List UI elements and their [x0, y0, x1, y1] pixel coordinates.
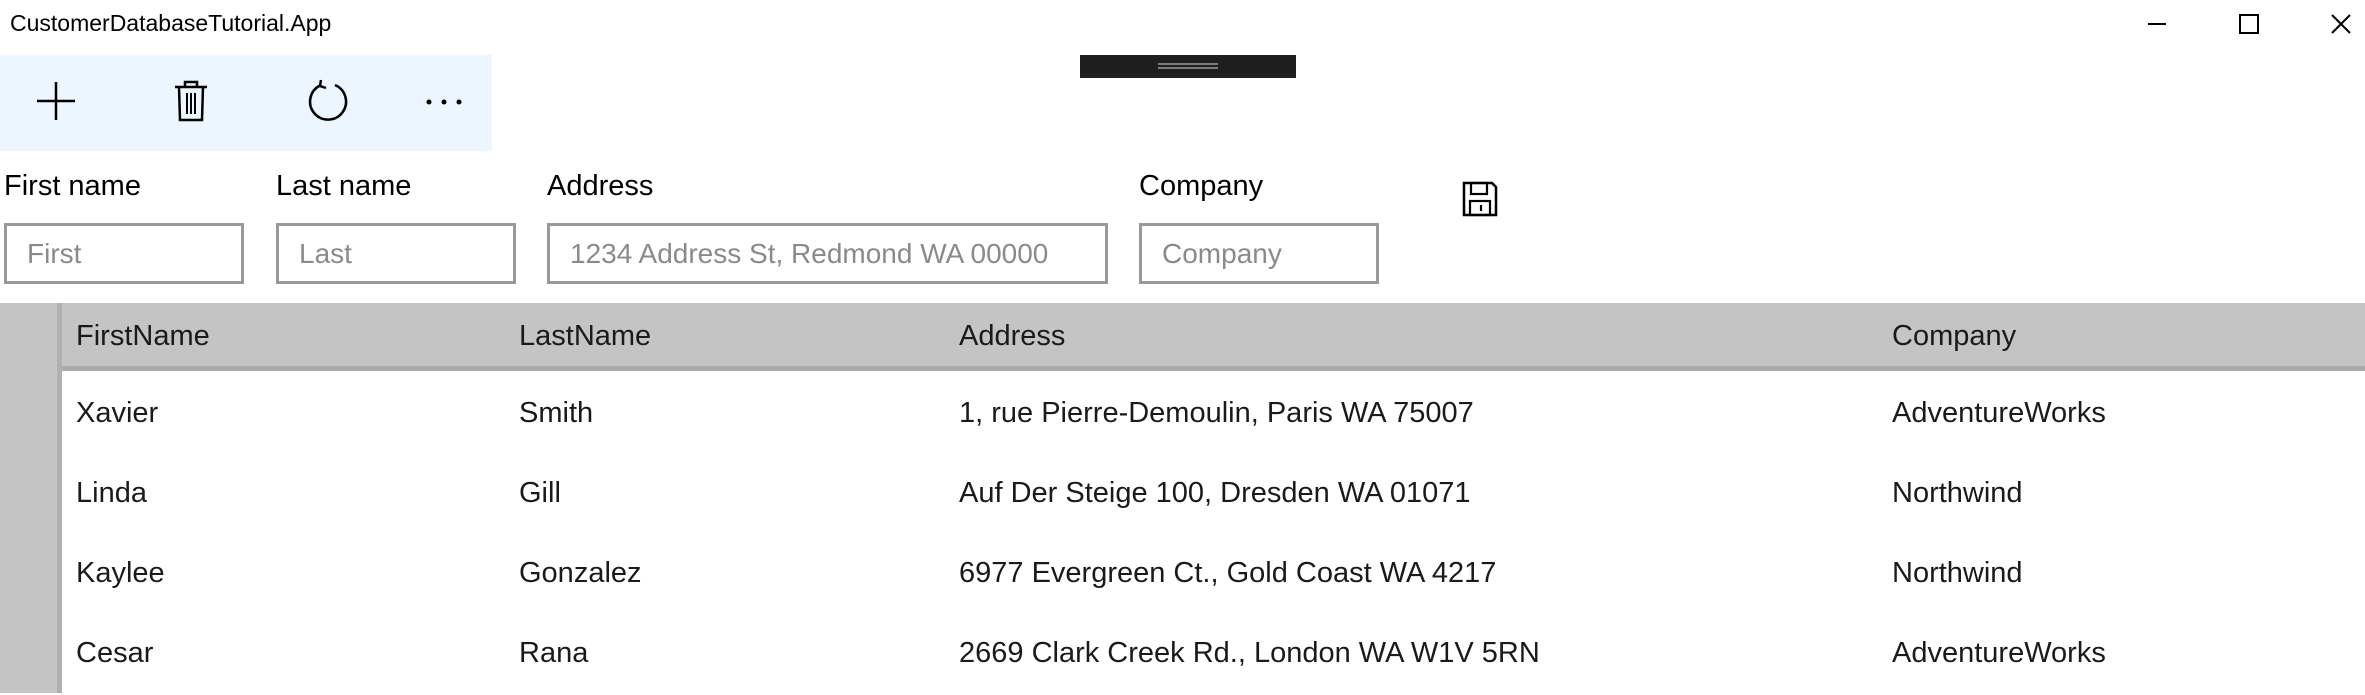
more-icon	[424, 94, 464, 112]
column-header-company[interactable]: Company	[1892, 320, 2016, 353]
address-label: Address	[547, 170, 654, 202]
cell-company: AdventureWorks	[1892, 397, 2106, 429]
cell-company: Northwind	[1892, 557, 2023, 589]
last-name-input[interactable]	[276, 223, 516, 284]
cell-address: 6977 Evergreen Ct., Gold Coast WA 4217	[959, 557, 1497, 589]
delete-icon	[171, 79, 211, 128]
command-bar	[0, 55, 492, 151]
column-header-lastname[interactable]: LastName	[519, 320, 651, 353]
first-name-input[interactable]	[4, 223, 244, 284]
first-name-label: First name	[4, 170, 141, 202]
grip-icon	[1158, 58, 1218, 76]
cell-company: AdventureWorks	[1892, 637, 2106, 669]
title-bar[interactable]: CustomerDatabaseTutorial.App	[0, 0, 2365, 50]
cell-firstname: Cesar	[76, 637, 154, 669]
cell-lastname: Smith	[519, 397, 594, 429]
cell-lastname: Gill	[519, 477, 561, 509]
maximize-icon	[2238, 13, 2260, 35]
delete-customer-button[interactable]	[146, 55, 236, 151]
drag-handle[interactable]	[1080, 55, 1296, 78]
cell-company: Northwind	[1892, 477, 2023, 509]
close-icon	[2330, 13, 2352, 35]
company-input[interactable]	[1139, 223, 1379, 284]
cell-firstname: Kaylee	[76, 557, 165, 589]
minimize-button[interactable]	[2123, 0, 2191, 48]
cell-address: Auf Der Steige 100, Dresden WA 01071	[959, 477, 1471, 509]
table-row[interactable]: Xavier Smith 1, rue Pierre-Demoulin, Par…	[62, 375, 2365, 455]
last-name-label: Last name	[276, 170, 412, 202]
save-icon	[1461, 180, 1499, 223]
cell-firstname: Linda	[76, 477, 147, 509]
more-options-button[interactable]	[399, 55, 489, 151]
table-row[interactable]: Linda Gill Auf Der Steige 100, Dresden W…	[62, 455, 2365, 535]
cell-address: 2669 Clark Creek Rd., London WA W1V 5RN	[959, 637, 1540, 669]
cell-address: 1, rue Pierre-Demoulin, Paris WA 75007	[959, 397, 1474, 429]
row-header-strip	[0, 303, 57, 693]
customer-data-grid: FirstName LastName Address Company Xavie…	[0, 303, 2365, 693]
app-title: CustomerDatabaseTutorial.App	[10, 10, 332, 36]
close-button[interactable]	[2307, 0, 2365, 48]
refresh-button[interactable]	[283, 55, 373, 151]
table-row[interactable]: Kaylee Gonzalez 6977 Evergreen Ct., Gold…	[62, 535, 2365, 615]
maximize-button[interactable]	[2215, 0, 2283, 48]
cell-lastname: Gonzalez	[519, 557, 642, 589]
grid-header: FirstName LastName Address Company	[62, 303, 2365, 366]
column-header-address[interactable]: Address	[959, 320, 1065, 353]
cell-firstname: Xavier	[76, 397, 159, 429]
header-divider	[62, 366, 2365, 371]
company-label: Company	[1139, 170, 1264, 202]
minimize-icon	[2146, 13, 2168, 35]
save-button[interactable]	[1455, 176, 1505, 226]
refresh-icon	[305, 78, 351, 129]
column-header-firstname[interactable]: FirstName	[76, 320, 210, 353]
add-icon	[34, 79, 78, 128]
address-input[interactable]	[547, 223, 1108, 284]
cell-lastname: Rana	[519, 637, 589, 669]
add-customer-button[interactable]	[11, 55, 101, 151]
table-row[interactable]: Cesar Rana 2669 Clark Creek Rd., London …	[62, 615, 2365, 695]
